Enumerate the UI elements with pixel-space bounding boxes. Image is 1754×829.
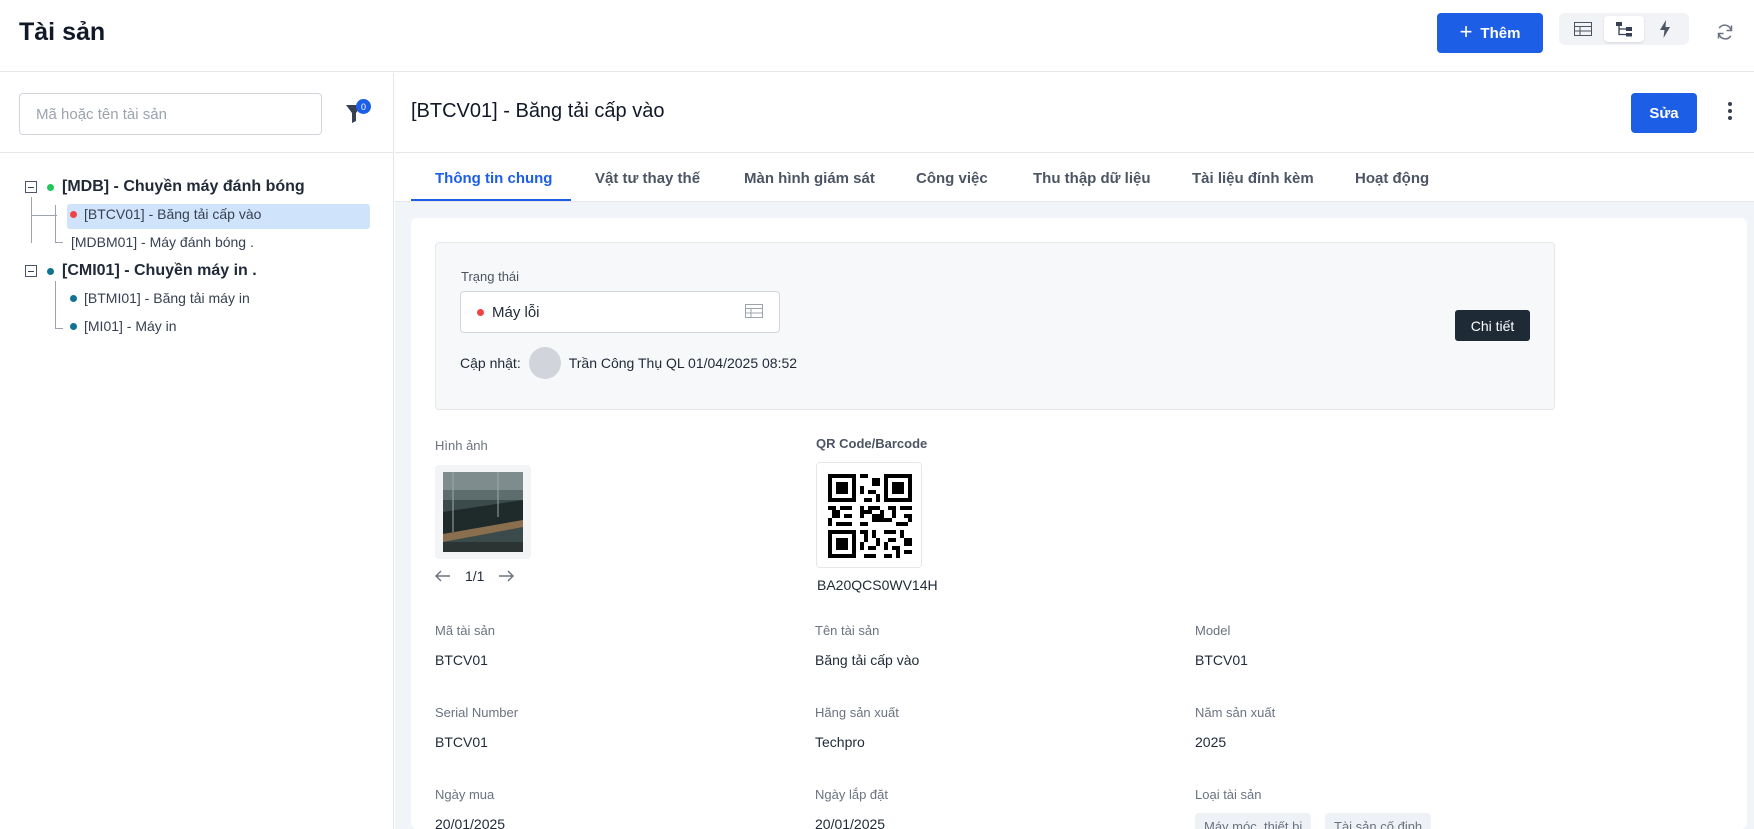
qr-code-value: BA20QCS0WV14H	[817, 577, 938, 593]
image-pager: 1/1	[435, 568, 515, 584]
purchase-date-label: Ngày mua	[435, 787, 495, 802]
status-dot-icon	[70, 294, 77, 302]
tree-item-label: [BTCV01] - Băng tải cấp vào	[84, 206, 262, 222]
tab-general-info[interactable]: Thông tin chung	[435, 154, 552, 202]
updated-by-text: Trần Công Thụ QL 01/04/2025 08:52	[568, 355, 798, 371]
asset-code-value: BTCV01	[435, 652, 488, 668]
updated-label: Cập nhật:	[460, 355, 521, 371]
tree-item-btcv01[interactable]: [BTCV01] - Băng tải cấp vào	[70, 206, 261, 222]
detail-header: [BTCV01] - Băng tải cấp vào Sửa	[395, 73, 1754, 153]
tree-connector	[55, 328, 63, 329]
asset-code-label: Mã tài sản	[435, 623, 495, 638]
asset-photo-image	[443, 472, 523, 552]
arrow-left-icon[interactable]	[435, 570, 451, 582]
manufacture-year-value: 2025	[1195, 734, 1227, 750]
status-dot-icon	[70, 210, 77, 218]
install-date-label: Ngày lắp đặt	[815, 787, 888, 802]
plus-icon: +	[1459, 19, 1473, 44]
refresh-button[interactable]	[1714, 21, 1736, 43]
tree-item-label: [MDBM01] - Máy đánh bóng .	[71, 234, 254, 250]
active-tab-indicator	[411, 199, 571, 201]
purchase-date-value: 20/01/2025	[435, 816, 506, 829]
status-dot-icon	[70, 322, 77, 330]
detail-title: [BTCV01] - Băng tải cấp vào	[411, 100, 665, 122]
more-dots-icon	[1728, 102, 1732, 106]
qr-code-icon	[828, 474, 912, 558]
tree-item-label: [MI01] - Máy in	[84, 318, 177, 334]
filter-count-badge: 0	[356, 99, 371, 114]
tab-activity[interactable]: Hoạt động	[1355, 154, 1429, 202]
serial-number-label: Serial Number	[435, 705, 519, 720]
tree-connector	[55, 281, 56, 329]
table-icon	[745, 304, 763, 318]
asset-photo[interactable]	[443, 472, 523, 552]
status-label: Trạng thái	[461, 269, 520, 284]
manufacturer-label: Hãng sản xuất	[815, 705, 899, 720]
collapse-icon[interactable]	[25, 265, 37, 277]
table-view-button[interactable]	[1563, 16, 1602, 42]
manufacturer-value: Techpro	[815, 734, 865, 750]
more-dots-icon	[1728, 109, 1732, 113]
model-label: Model	[1195, 623, 1231, 638]
tree-item-mdbm01[interactable]: [MDBM01] - Máy đánh bóng .	[64, 234, 254, 250]
install-date-value: 20/01/2025	[815, 816, 886, 829]
tree-item-btmi01[interactable]: [BTMI01] - Băng tải máy in	[70, 290, 250, 306]
status-dot-icon	[477, 308, 484, 316]
tab-attachments[interactable]: Tài liệu đính kèm	[1192, 154, 1314, 202]
asset-type-label: Loại tài sản	[1195, 787, 1262, 802]
image-page-indicator: 1/1	[465, 568, 485, 584]
tree-connector	[55, 242, 63, 243]
asset-name-label: Tên tài sản	[815, 623, 880, 638]
tree-view-icon	[1615, 22, 1632, 37]
tab-data-collection[interactable]: Thu thập dữ liệu	[1033, 154, 1151, 202]
tree-connector	[55, 205, 56, 243]
asset-name-value: Băng tải cấp vào	[815, 652, 920, 668]
asset-type-tag: Tài sản cố định	[1325, 813, 1432, 829]
flash-icon	[1660, 20, 1671, 38]
arrow-right-icon[interactable]	[498, 570, 515, 582]
status-value: Máy lỗi	[492, 303, 540, 321]
tab-work[interactable]: Công việc	[916, 154, 988, 202]
search-row: 0	[0, 73, 393, 153]
more-options-button[interactable]	[1725, 99, 1735, 123]
tree-connector	[31, 215, 57, 216]
tab-spare-parts[interactable]: Vật tư thay thế	[595, 154, 700, 202]
avatar	[528, 347, 561, 379]
tree-view-button[interactable]	[1604, 16, 1644, 42]
collapse-icon[interactable]	[25, 181, 37, 193]
serial-number-value: BTCV01	[435, 734, 488, 750]
model-value: BTCV01	[1195, 652, 1248, 668]
asset-type-tag: Máy móc, thiết bị	[1195, 813, 1312, 829]
status-dot-icon	[47, 183, 54, 191]
qr-code-frame	[816, 462, 922, 568]
status-update-row: Cập nhật: Trần Công Thụ QL 01/04/2025 08…	[460, 347, 797, 379]
search-input[interactable]	[19, 93, 322, 135]
qr-label: QR Code/Barcode	[816, 436, 928, 451]
tree-root-label: [MDB] - Chuyền máy đánh bóng	[62, 178, 305, 195]
flash-view-button[interactable]	[1646, 16, 1685, 42]
tree-item-label: [BTMI01] - Băng tải máy in	[84, 290, 250, 306]
manufacture-year-label: Năm sản xuất	[1195, 705, 1276, 720]
add-button-label: Thêm	[1480, 24, 1521, 42]
tree-connector	[31, 197, 32, 243]
tab-monitoring[interactable]: Màn hình giám sát	[744, 154, 875, 202]
table-view-icon	[1573, 22, 1592, 36]
status-detail-button[interactable]: Chi tiết	[1455, 310, 1530, 341]
tree-item-mi01[interactable]: [MI01] - Máy in	[70, 318, 177, 334]
page-title: Tài sản	[19, 18, 106, 46]
more-dots-icon	[1728, 116, 1732, 120]
detail-tabs: Thông tin chung Vật tư thay thế Màn hình…	[395, 154, 1754, 202]
image-label: Hình ảnh	[435, 438, 488, 453]
refresh-icon	[1717, 24, 1733, 40]
status-select[interactable]: Máy lỗi	[460, 291, 780, 333]
tree-root-label: [CMI01] - Chuyền máy in .	[62, 262, 257, 279]
status-dot-icon	[47, 267, 54, 275]
edit-button[interactable]: Sửa	[1631, 93, 1697, 133]
view-switcher	[1559, 13, 1689, 45]
top-header: Tài sản + Thêm	[0, 0, 1754, 72]
add-asset-button[interactable]: + Thêm	[1437, 13, 1543, 53]
tree-root-cmi01[interactable]: [CMI01] - Chuyền máy in .	[25, 262, 257, 280]
tree-root-mdb[interactable]: [MDB] - Chuyền máy đánh bóng	[25, 178, 305, 196]
